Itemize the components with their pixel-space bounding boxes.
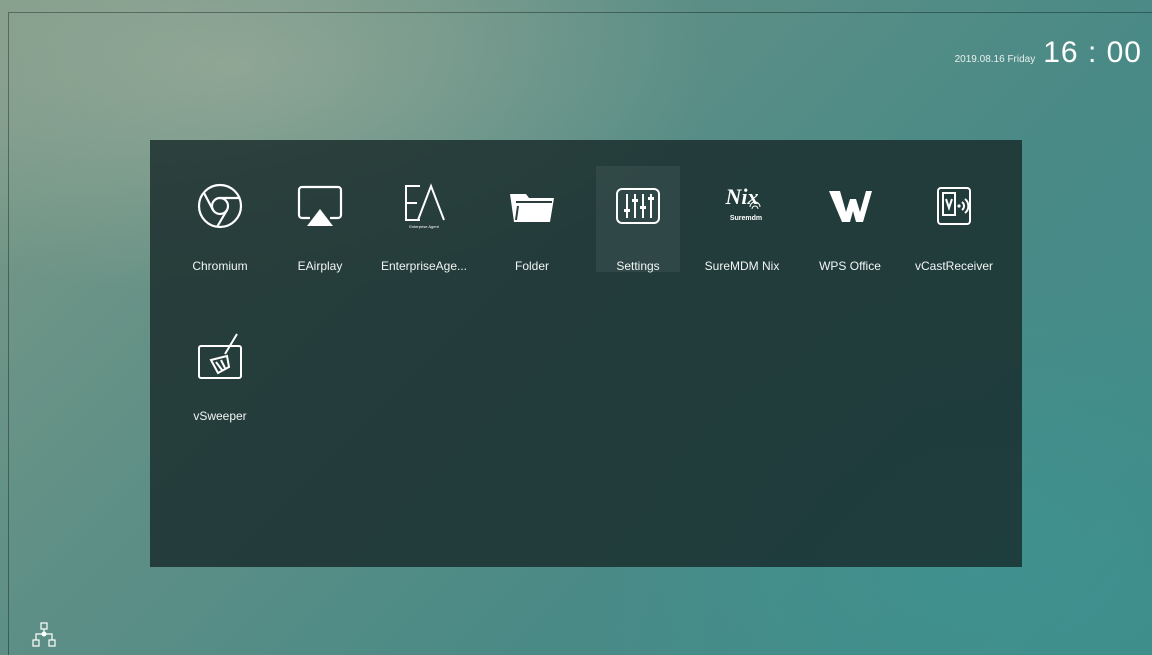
app-label: Folder xyxy=(514,259,549,273)
app-label: EnterpriseAge... xyxy=(380,259,468,273)
nix-logo-text: Nix xyxy=(725,184,759,209)
app-drawer-panel: Chromium EAirplay Enterprise Agent Enter… xyxy=(150,140,1022,567)
folder-icon xyxy=(510,194,554,222)
app-label: Chromium xyxy=(192,259,248,273)
app-label: Settings xyxy=(616,259,660,273)
suremdm-nix-icon: Nix Suremdm xyxy=(725,184,763,222)
app-wps-office[interactable]: WPS Office xyxy=(802,140,898,273)
app-eairplay[interactable]: EAirplay xyxy=(272,140,368,273)
chromium-icon xyxy=(197,183,243,229)
app-folder[interactable]: Folder xyxy=(484,140,580,273)
app-label: WPS Office xyxy=(819,259,881,273)
app-enterprise-agent[interactable]: Enterprise Agent EnterpriseAge... xyxy=(376,140,472,273)
airplay-icon xyxy=(297,185,343,226)
app-label: EAirplay xyxy=(297,259,343,273)
enterprise-agent-icon: Enterprise Agent xyxy=(405,183,445,229)
app-settings[interactable]: Settings xyxy=(590,140,686,273)
app-chromium[interactable]: Chromium xyxy=(172,140,268,273)
status-clock: 2019.08.16 Friday 16 : 00 xyxy=(955,36,1142,70)
app-vcast-receiver[interactable]: vCastReceiver xyxy=(906,140,1002,273)
broom-icon xyxy=(198,333,242,379)
app-label: vCastReceiver xyxy=(914,259,994,273)
settings-sliders-icon xyxy=(616,188,660,224)
network-icon[interactable] xyxy=(32,622,56,648)
app-vsweeper[interactable]: vSweeper xyxy=(172,290,268,423)
time-text: 16 : 00 xyxy=(1043,36,1142,69)
vcast-receiver-icon xyxy=(937,187,971,225)
enterprise-agent-icon-text: Enterprise Agent xyxy=(409,224,439,229)
app-label: SureMDM Nix xyxy=(704,259,780,273)
date-text: 2019.08.16 Friday xyxy=(954,54,1036,65)
app-suremdm-nix[interactable]: Nix Suremdm SureMDM Nix xyxy=(694,140,790,273)
app-label: vSweeper xyxy=(193,409,247,423)
wps-office-icon xyxy=(829,191,872,222)
suremdm-logo-text: Suremdm xyxy=(730,215,762,222)
